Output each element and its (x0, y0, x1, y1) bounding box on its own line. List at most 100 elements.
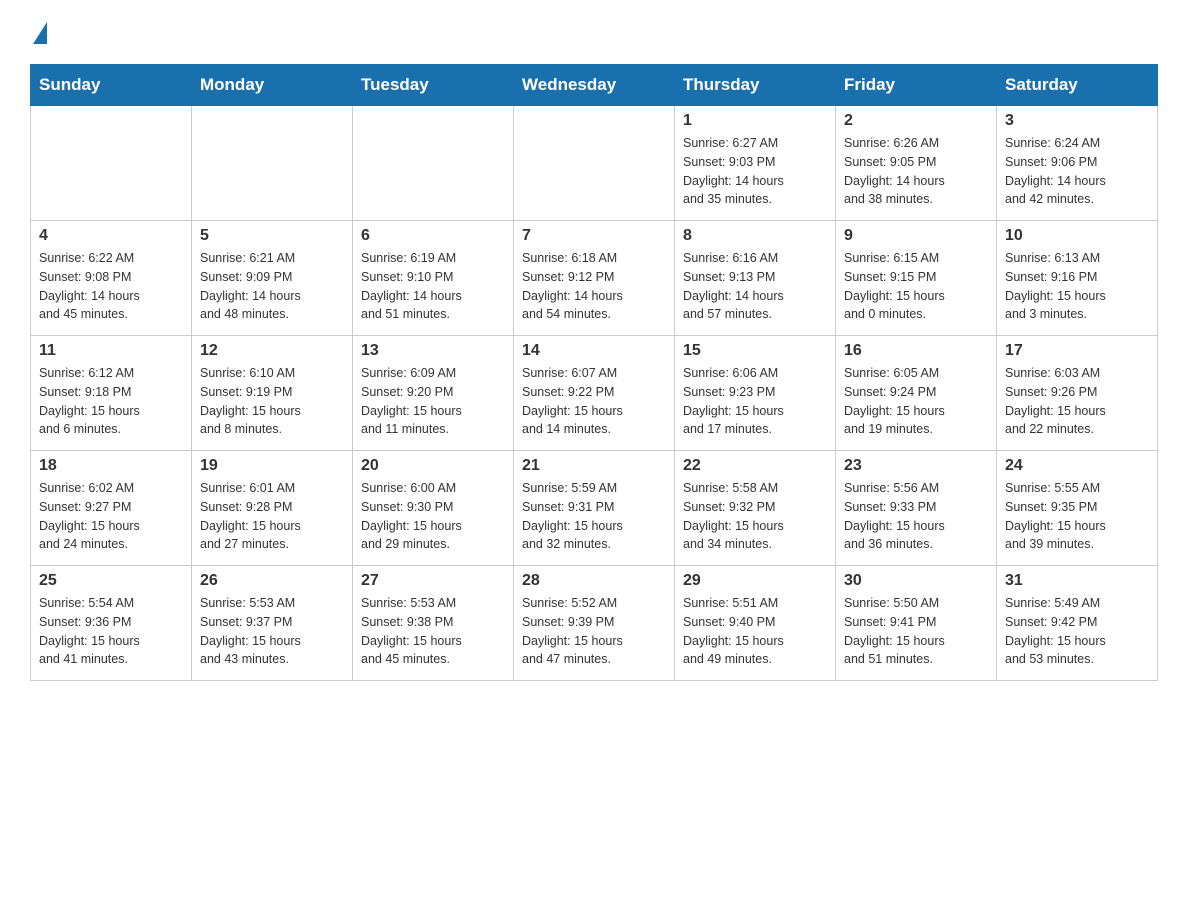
day-info: Sunrise: 6:05 AM Sunset: 9:24 PM Dayligh… (844, 364, 988, 439)
calendar-cell: 7Sunrise: 6:18 AM Sunset: 9:12 PM Daylig… (514, 221, 675, 336)
day-info: Sunrise: 5:53 AM Sunset: 9:38 PM Dayligh… (361, 594, 505, 669)
day-info: Sunrise: 6:26 AM Sunset: 9:05 PM Dayligh… (844, 134, 988, 209)
day-info: Sunrise: 6:16 AM Sunset: 9:13 PM Dayligh… (683, 249, 827, 324)
day-number: 23 (844, 457, 988, 475)
day-number: 28 (522, 572, 666, 590)
day-info: Sunrise: 6:12 AM Sunset: 9:18 PM Dayligh… (39, 364, 183, 439)
day-info: Sunrise: 6:09 AM Sunset: 9:20 PM Dayligh… (361, 364, 505, 439)
calendar-cell: 18 Sunrise: 6:02 AM Sunset: 9:27 PM Dayli… (31, 451, 192, 566)
calendar-cell: 10Sunrise: 6:13 AM Sunset: 9:16 PM Dayli… (997, 221, 1158, 336)
day-number: 13 (361, 342, 505, 360)
day-number: 12 (200, 342, 344, 360)
calendar-day-header: Tuesday (353, 65, 514, 106)
day-number: 17 (1005, 342, 1149, 360)
calendar-cell: 28 Sunrise: 5:52 AM Sunset: 9:39 PM Dayli… (514, 566, 675, 681)
day-info: Sunrise: 5:50 AM Sunset: 9:41 PM Dayligh… (844, 594, 988, 669)
day-info: Sunrise: 6:21 AM Sunset: 9:09 PM Dayligh… (200, 249, 344, 324)
calendar-cell: 2 Sunrise: 6:26 AM Sunset: 9:05 PM Daylig… (836, 106, 997, 221)
day-info: Sunrise: 6:03 AM Sunset: 9:26 PM Dayligh… (1005, 364, 1149, 439)
calendar-day-header: Saturday (997, 65, 1158, 106)
calendar-cell: 12 Sunrise: 6:10 AM Sunset: 9:19 PM Dayli… (192, 336, 353, 451)
day-number: 19 (200, 457, 344, 475)
day-number: 9 (844, 227, 988, 245)
calendar-week-row: 18 Sunrise: 6:02 AM Sunset: 9:27 PM Dayli… (31, 451, 1158, 566)
calendar-cell (353, 106, 514, 221)
calendar-cell: 15 Sunrise: 6:06 AM Sunset: 9:23 PM Dayli… (675, 336, 836, 451)
calendar-cell: 9Sunrise: 6:15 AM Sunset: 9:15 PM Daylig… (836, 221, 997, 336)
day-info: Sunrise: 6:27 AM Sunset: 9:03 PM Dayligh… (683, 134, 827, 209)
calendar-cell: 13 Sunrise: 6:09 AM Sunset: 9:20 PM Dayli… (353, 336, 514, 451)
calendar-cell: 11Sunrise: 6:12 AM Sunset: 9:18 PM Dayli… (31, 336, 192, 451)
day-number: 22 (683, 457, 827, 475)
calendar-cell: 14 Sunrise: 6:07 AM Sunset: 9:22 PM Dayli… (514, 336, 675, 451)
day-info: Sunrise: 5:52 AM Sunset: 9:39 PM Dayligh… (522, 594, 666, 669)
day-number: 16 (844, 342, 988, 360)
day-info: Sunrise: 6:24 AM Sunset: 9:06 PM Dayligh… (1005, 134, 1149, 209)
day-info: Sunrise: 6:06 AM Sunset: 9:23 PM Dayligh… (683, 364, 827, 439)
day-number: 21 (522, 457, 666, 475)
calendar-cell: 30 Sunrise: 5:50 AM Sunset: 9:41 PM Dayli… (836, 566, 997, 681)
day-number: 18 (39, 457, 183, 475)
calendar-cell: 26Sunrise: 5:53 AM Sunset: 9:37 PM Dayli… (192, 566, 353, 681)
calendar-cell: 3 Sunrise: 6:24 AM Sunset: 9:06 PM Daylig… (997, 106, 1158, 221)
day-info: Sunrise: 5:53 AM Sunset: 9:37 PM Dayligh… (200, 594, 344, 669)
calendar-week-row: 4 Sunrise: 6:22 AM Sunset: 9:08 PM Daylig… (31, 221, 1158, 336)
day-number: 10 (1005, 227, 1149, 245)
calendar-cell: 6Sunrise: 6:19 AM Sunset: 9:10 PM Daylig… (353, 221, 514, 336)
day-number: 24 (1005, 457, 1149, 475)
day-number: 31 (1005, 572, 1149, 590)
calendar-cell: 17 Sunrise: 6:03 AM Sunset: 9:26 PM Dayli… (997, 336, 1158, 451)
day-number: 3 (1005, 112, 1149, 130)
calendar-week-row: 11Sunrise: 6:12 AM Sunset: 9:18 PM Dayli… (31, 336, 1158, 451)
day-info: Sunrise: 5:56 AM Sunset: 9:33 PM Dayligh… (844, 479, 988, 554)
calendar-day-header: Monday (192, 65, 353, 106)
calendar-cell: 29 Sunrise: 5:51 AM Sunset: 9:40 PM Dayli… (675, 566, 836, 681)
calendar-cell (514, 106, 675, 221)
calendar-cell: 4 Sunrise: 6:22 AM Sunset: 9:08 PM Daylig… (31, 221, 192, 336)
day-info: Sunrise: 6:10 AM Sunset: 9:19 PM Dayligh… (200, 364, 344, 439)
day-info: Sunrise: 6:01 AM Sunset: 9:28 PM Dayligh… (200, 479, 344, 554)
day-number: 7 (522, 227, 666, 245)
day-number: 1 (683, 112, 827, 130)
day-info: Sunrise: 6:07 AM Sunset: 9:22 PM Dayligh… (522, 364, 666, 439)
calendar-cell: 5 Sunrise: 6:21 AM Sunset: 9:09 PM Daylig… (192, 221, 353, 336)
calendar-cell: 27 Sunrise: 5:53 AM Sunset: 9:38 PM Dayli… (353, 566, 514, 681)
calendar-day-header: Sunday (31, 65, 192, 106)
calendar-cell: 8 Sunrise: 6:16 AM Sunset: 9:13 PM Daylig… (675, 221, 836, 336)
day-number: 5 (200, 227, 344, 245)
logo: Blue (30, 20, 49, 44)
day-number: 2 (844, 112, 988, 130)
day-number: 4 (39, 227, 183, 245)
day-number: 20 (361, 457, 505, 475)
day-info: Sunrise: 5:59 AM Sunset: 9:31 PM Dayligh… (522, 479, 666, 554)
calendar-day-header: Thursday (675, 65, 836, 106)
day-info: Sunrise: 6:22 AM Sunset: 9:08 PM Dayligh… (39, 249, 183, 324)
calendar-cell: 16 Sunrise: 6:05 AM Sunset: 9:24 PM Dayli… (836, 336, 997, 451)
day-info: Sunrise: 5:49 AM Sunset: 9:42 PM Dayligh… (1005, 594, 1149, 669)
calendar-cell: 22Sunrise: 5:58 AM Sunset: 9:32 PM Dayli… (675, 451, 836, 566)
calendar-week-row: 25Sunrise: 5:54 AM Sunset: 9:36 PM Dayli… (31, 566, 1158, 681)
calendar-cell (192, 106, 353, 221)
calendar-cell: 20Sunrise: 6:00 AM Sunset: 9:30 PM Dayli… (353, 451, 514, 566)
calendar-cell: 1 Sunrise: 6:27 AM Sunset: 9:03 PM Daylig… (675, 106, 836, 221)
calendar-week-row: 1 Sunrise: 6:27 AM Sunset: 9:03 PM Daylig… (31, 106, 1158, 221)
day-number: 6 (361, 227, 505, 245)
day-info: Sunrise: 6:02 AM Sunset: 9:27 PM Dayligh… (39, 479, 183, 554)
day-number: 30 (844, 572, 988, 590)
day-info: Sunrise: 5:54 AM Sunset: 9:36 PM Dayligh… (39, 594, 183, 669)
day-number: 8 (683, 227, 827, 245)
page-header: Blue (30, 20, 1158, 44)
day-number: 27 (361, 572, 505, 590)
day-number: 15 (683, 342, 827, 360)
calendar-cell: 25Sunrise: 5:54 AM Sunset: 9:36 PM Dayli… (31, 566, 192, 681)
day-info: Sunrise: 5:51 AM Sunset: 9:40 PM Dayligh… (683, 594, 827, 669)
day-number: 29 (683, 572, 827, 590)
calendar-cell: 19 Sunrise: 6:01 AM Sunset: 9:28 PM Dayli… (192, 451, 353, 566)
calendar-day-header: Friday (836, 65, 997, 106)
calendar-table: SundayMondayTuesdayWednesdayThursdayFrid… (30, 64, 1158, 681)
calendar-header-row: SundayMondayTuesdayWednesdayThursdayFrid… (31, 65, 1158, 106)
calendar-cell: 24Sunrise: 5:55 AM Sunset: 9:35 PM Dayli… (997, 451, 1158, 566)
calendar-cell (31, 106, 192, 221)
calendar-cell: 31 Sunrise: 5:49 AM Sunset: 9:42 PM Dayli… (997, 566, 1158, 681)
day-number: 14 (522, 342, 666, 360)
